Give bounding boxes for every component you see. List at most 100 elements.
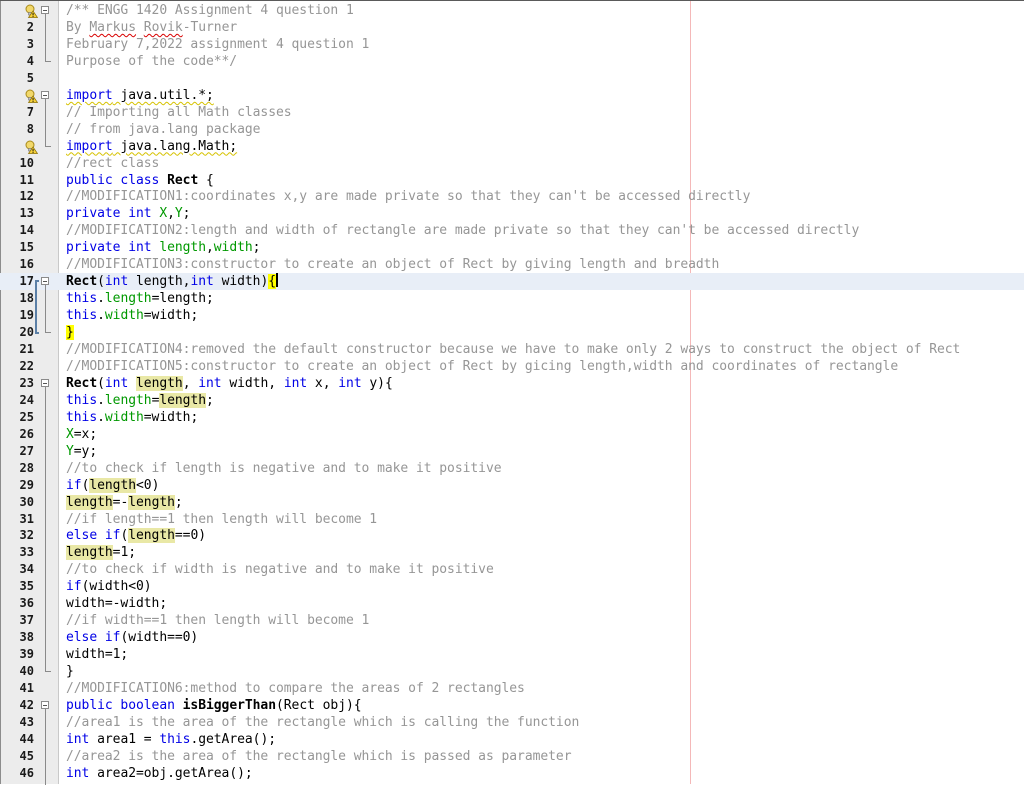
line-number[interactable]: 14 [2, 222, 34, 239]
code-line[interactable]: 19 this.width=width; [0, 307, 1024, 324]
code-line[interactable]: 38 else if(width==0) [0, 629, 1024, 646]
code-text[interactable]: //MODIFICATION4:removed the default cons… [66, 341, 960, 358]
code-line[interactable]: 18 this.length=length; [0, 290, 1024, 307]
code-text[interactable]: //to check if length is negative and to … [66, 460, 502, 477]
line-number[interactable]: 27 [2, 443, 34, 460]
line-number[interactable]: 44 [2, 731, 34, 748]
code-text[interactable]: Purpose of the code**/ [66, 53, 237, 70]
code-line[interactable]: 2 By Markus Rovik-Turner [0, 19, 1024, 36]
code-text[interactable]: //area2 is the area of the rectangle whi… [66, 748, 572, 765]
line-number[interactable]: 19 [2, 307, 34, 324]
code-text[interactable]: this.length=length; [66, 290, 214, 307]
code-line[interactable]: 5 [0, 70, 1024, 87]
code-line[interactable]: 20} [0, 324, 1024, 341]
code-text[interactable]: public class Rect { [66, 172, 214, 189]
code-line[interactable]: 28 //to check if length is negative and t… [0, 460, 1024, 477]
line-number[interactable]: 17 [2, 273, 34, 290]
fold-toggle-icon[interactable] [41, 6, 49, 14]
code-text[interactable]: length=1; [66, 544, 136, 561]
code-text[interactable]: length=-length; [66, 494, 183, 511]
line-number[interactable]: 11 [2, 172, 34, 189]
warning-hint-icon[interactable] [24, 139, 39, 154]
code-line[interactable]: 3 February 7,2022 assignment 4 question 1 [0, 36, 1024, 53]
line-number[interactable]: 43 [2, 714, 34, 731]
code-line[interactable]: 31 //if length==1 then length will become… [0, 511, 1024, 528]
line-number[interactable]: 45 [2, 748, 34, 765]
code-line[interactable]: 21 //MODIFICATION4:removed the default co… [0, 341, 1024, 358]
code-text[interactable]: import java.util.*; [66, 87, 214, 104]
line-number[interactable]: 26 [2, 426, 34, 443]
line-number[interactable]: 7 [2, 104, 34, 121]
code-line[interactable]: 27 Y=y; [0, 443, 1024, 460]
line-number[interactable]: 29 [2, 477, 34, 494]
line-number[interactable]: 37 [2, 612, 34, 629]
code-text[interactable]: if(length<0) [66, 477, 159, 494]
line-number[interactable]: 13 [2, 205, 34, 222]
code-line[interactable]: 24 this.length=length; [0, 392, 1024, 409]
line-number[interactable]: 4 [2, 53, 34, 70]
line-number[interactable]: 5 [2, 70, 34, 87]
code-text[interactable]: Y=y; [66, 443, 97, 460]
fold-toggle-icon[interactable] [41, 700, 49, 709]
code-line[interactable]: 11 public class Rect { [0, 172, 1024, 189]
line-number[interactable]: 41 [2, 680, 34, 697]
code-text[interactable]: //if width==1 then length will become 1 [66, 612, 369, 629]
code-line[interactable]: 16 //MODIFICATION3:constructor to create … [0, 256, 1024, 273]
code-line[interactable]: 36 width=-width; [0, 595, 1024, 612]
code-line[interactable]: 26 X=x; [0, 426, 1024, 443]
code-text[interactable]: X=x; [66, 426, 97, 443]
code-line[interactable]: 43 //area1 is the area of the rectangle w… [0, 714, 1024, 731]
code-text[interactable]: else if(width==0) [66, 629, 198, 646]
code-text[interactable]: this.width=width; [66, 307, 198, 324]
line-number[interactable]: 25 [2, 409, 34, 426]
code-text[interactable]: //to check if width is negative and to m… [66, 561, 494, 578]
warning-hint-icon[interactable] [24, 3, 39, 18]
fold-toggle-icon[interactable] [41, 378, 49, 387]
code-line[interactable]: 35 if(width<0) [0, 578, 1024, 595]
line-number[interactable]: 38 [2, 629, 34, 646]
code-line[interactable]: 22 //MODIFICATION5:constructor to create … [0, 358, 1024, 375]
fold-toggle-icon[interactable] [41, 277, 49, 286]
code-text[interactable]: // from java.lang package [66, 121, 260, 138]
code-text[interactable]: private int X,Y; [66, 205, 191, 222]
code-line[interactable]: import java.util.*; [0, 87, 1024, 104]
line-number[interactable]: 12 [2, 188, 34, 205]
line-number[interactable]: 34 [2, 561, 34, 578]
code-line[interactable]: 10 //rect class [0, 155, 1024, 172]
code-line[interactable]: 17 Rect(int length,int width){ [0, 273, 1024, 291]
code-text[interactable]: private int length,width; [66, 239, 261, 256]
code-line[interactable]: 46 int area2=obj.getArea(); [0, 765, 1024, 782]
code-line[interactable]: 12 //MODIFICATION1:coordinates x,y are ma… [0, 188, 1024, 205]
code-text[interactable]: import java.lang.Math; [66, 138, 237, 155]
code-editor[interactable]: /** ENGG 1420 Assignment 4 question 1 2 By… [0, 1, 1024, 785]
line-number[interactable]: 46 [2, 765, 34, 782]
code-line[interactable]: 30 length=-length; [0, 494, 1024, 511]
warning-hint-icon[interactable] [24, 88, 39, 103]
code-text[interactable]: int area1 = this.getArea(); [66, 731, 276, 748]
code-line[interactable]: import java.lang.Math; [0, 138, 1024, 155]
line-number[interactable]: 15 [2, 239, 34, 256]
code-text[interactable]: //MODIFICATION3:constructor to create an… [66, 256, 719, 273]
code-text[interactable]: if(width<0) [66, 578, 152, 595]
line-number[interactable]: 31 [2, 511, 34, 528]
line-number[interactable]: 3 [2, 36, 34, 53]
line-number[interactable]: 36 [2, 595, 34, 612]
code-text[interactable]: Rect(int length,int width){ [66, 273, 279, 290]
line-number[interactable]: 35 [2, 578, 34, 595]
code-text[interactable]: //if length==1 then length will become 1 [66, 511, 377, 528]
line-number[interactable]: 28 [2, 460, 34, 477]
code-text[interactable]: /** ENGG 1420 Assignment 4 question 1 [66, 2, 354, 19]
code-line[interactable]: 42 public boolean isBiggerThan(Rect obj){ [0, 697, 1024, 714]
line-number[interactable]: 21 [2, 341, 34, 358]
line-number[interactable]: 2 [2, 19, 34, 36]
line-number[interactable]: 39 [2, 646, 34, 663]
code-text[interactable]: else if(length==0) [66, 527, 206, 544]
code-line[interactable]: 7 // Importing all Math classes [0, 104, 1024, 121]
code-line[interactable]: 13 private int X,Y; [0, 205, 1024, 222]
code-line[interactable]: /** ENGG 1420 Assignment 4 question 1 [0, 2, 1024, 19]
code-text[interactable]: //rect class [66, 155, 159, 172]
code-line[interactable]: 34 //to check if width is negative and to… [0, 561, 1024, 578]
fold-toggle-icon[interactable] [41, 90, 49, 99]
code-line[interactable]: 29 if(length<0) [0, 477, 1024, 494]
line-number[interactable]: 18 [2, 290, 34, 307]
